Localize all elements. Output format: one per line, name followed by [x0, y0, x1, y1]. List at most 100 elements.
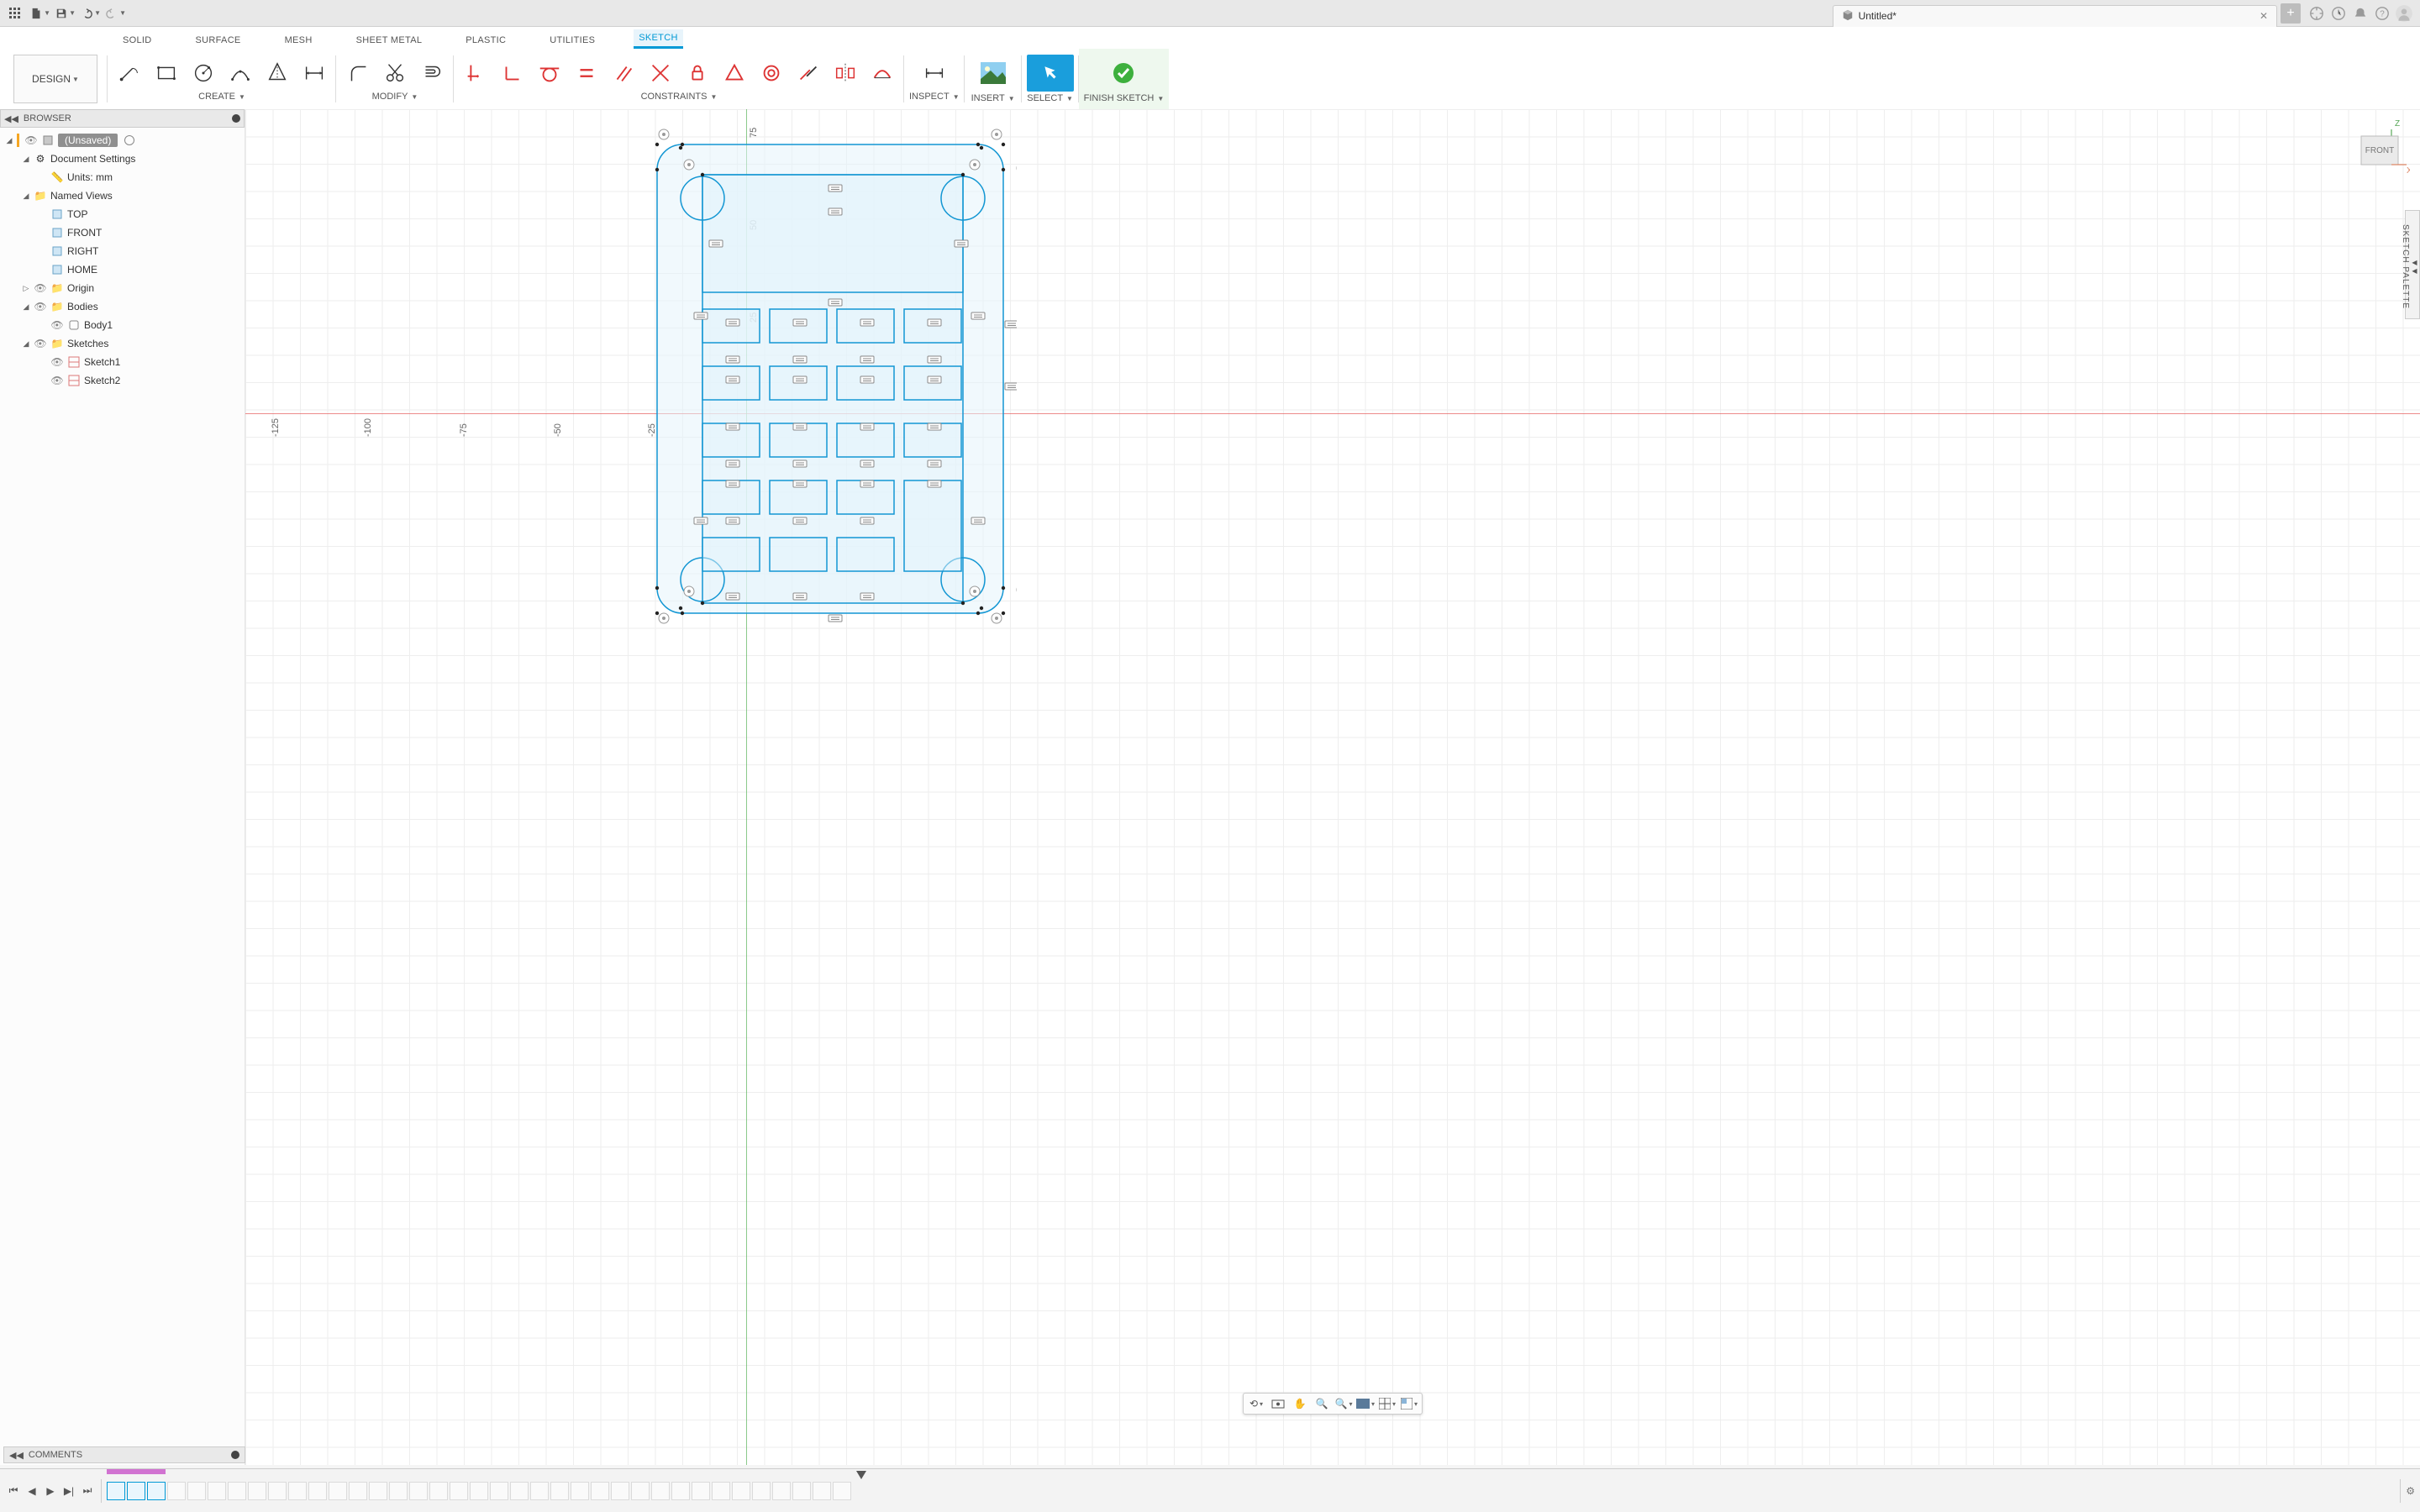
- tree-sketch1[interactable]: 👁Sketch1: [2, 353, 243, 371]
- timeline-feature[interactable]: [611, 1482, 629, 1500]
- tree-root[interactable]: ◢👁(Unsaved): [2, 131, 243, 150]
- timeline-feature[interactable]: [692, 1482, 710, 1500]
- offset-tool[interactable]: [415, 56, 449, 90]
- timeline-feature[interactable]: [429, 1482, 448, 1500]
- timeline-settings-icon[interactable]: ⚙: [2406, 1485, 2415, 1497]
- spline-tool[interactable]: [260, 56, 294, 90]
- timeline-feature[interactable]: [490, 1482, 508, 1500]
- look-at-icon[interactable]: [1269, 1395, 1287, 1412]
- extensions-icon[interactable]: [2306, 3, 2328, 24]
- collinear-constraint[interactable]: [792, 56, 825, 90]
- tree-body1[interactable]: 👁Body1: [2, 316, 243, 334]
- timeline-feature[interactable]: [732, 1482, 750, 1500]
- tab-plastic[interactable]: PLASTIC: [460, 32, 511, 49]
- tab-sketch[interactable]: SKETCH: [634, 29, 682, 49]
- undo-icon[interactable]: ▼: [81, 3, 101, 24]
- timeline-feature[interactable]: [147, 1482, 166, 1500]
- display-settings-icon[interactable]: ▾: [1356, 1395, 1375, 1412]
- timeline-track[interactable]: [107, 1469, 2395, 1512]
- sketch-geometry[interactable]: [644, 114, 1017, 638]
- timeline-feature[interactable]: [833, 1482, 851, 1500]
- workspace-switcher[interactable]: DESIGN▼: [13, 55, 97, 103]
- timeline-feature[interactable]: [792, 1482, 811, 1500]
- grid-settings-icon[interactable]: ▾: [1378, 1395, 1397, 1412]
- comments-options-icon[interactable]: [231, 1451, 239, 1459]
- equal-constraint[interactable]: [570, 56, 603, 90]
- zoom-icon[interactable]: 🔍: [1313, 1395, 1331, 1412]
- comments-panel-header[interactable]: ◀◀ COMMENTS: [3, 1446, 245, 1463]
- timeline-feature[interactable]: [268, 1482, 287, 1500]
- viewport-layout-icon[interactable]: ▾: [1400, 1395, 1418, 1412]
- circle-tool[interactable]: [187, 56, 220, 90]
- horizontal-constraint[interactable]: [459, 56, 492, 90]
- apps-icon[interactable]: [5, 3, 25, 24]
- tab-solid[interactable]: SOLID: [118, 32, 157, 49]
- tree-view-right[interactable]: RIGHT: [2, 242, 243, 260]
- curvature-constraint[interactable]: [865, 56, 899, 90]
- parallel-constraint[interactable]: [607, 56, 640, 90]
- zoom-window-icon[interactable]: 🔍▾: [1334, 1395, 1353, 1412]
- timeline-feature[interactable]: [127, 1482, 145, 1500]
- timeline-playhead[interactable]: [856, 1471, 866, 1479]
- new-tab-button[interactable]: +: [2281, 3, 2301, 24]
- fix-constraint[interactable]: [681, 56, 714, 90]
- timeline-feature[interactable]: [248, 1482, 266, 1500]
- timeline-feature[interactable]: [288, 1482, 307, 1500]
- timeline-feature[interactable]: [308, 1482, 327, 1500]
- coincident-constraint[interactable]: [644, 56, 677, 90]
- tree-origin[interactable]: ▷👁📁Origin: [2, 279, 243, 297]
- timeline-feature[interactable]: [349, 1482, 367, 1500]
- tree-sketch2[interactable]: 👁Sketch2: [2, 371, 243, 390]
- document-tab[interactable]: Untitled* ✕: [1833, 5, 2277, 27]
- timeline-feature[interactable]: [591, 1482, 609, 1500]
- tree-view-front[interactable]: FRONT: [2, 223, 243, 242]
- timeline-feature[interactable]: [571, 1482, 589, 1500]
- sketch-palette-tab[interactable]: ◀◀ SKETCH PALETTE: [2405, 210, 2420, 319]
- timeline-feature[interactable]: [369, 1482, 387, 1500]
- browser-options-icon[interactable]: [232, 114, 240, 123]
- timeline-feature[interactable]: [450, 1482, 468, 1500]
- insert-image-tool[interactable]: [970, 55, 1017, 92]
- midpoint-constraint[interactable]: [718, 56, 751, 90]
- timeline-prev-icon[interactable]: ◀: [24, 1483, 40, 1499]
- timeline-feature[interactable]: [671, 1482, 690, 1500]
- concentric-constraint[interactable]: [755, 56, 788, 90]
- timeline-play-icon[interactable]: ▶: [42, 1483, 59, 1499]
- redo-icon[interactable]: ▼: [106, 3, 126, 24]
- timeline-feature[interactable]: [329, 1482, 347, 1500]
- timeline-feature[interactable]: [813, 1482, 831, 1500]
- browser-header[interactable]: ◀◀ BROWSER: [0, 109, 245, 128]
- timeline-feature[interactable]: [772, 1482, 791, 1500]
- timeline-feature[interactable]: [651, 1482, 670, 1500]
- tab-sheetmetal[interactable]: SHEET METAL: [351, 32, 428, 49]
- orbit-icon[interactable]: ⟲▾: [1247, 1395, 1265, 1412]
- tangent-constraint[interactable]: [533, 56, 566, 90]
- rectangle-tool[interactable]: [150, 56, 183, 90]
- measure-tool[interactable]: [918, 56, 951, 90]
- viewcube[interactable]: Z FRONT X: [2344, 114, 2410, 180]
- timeline-end-icon[interactable]: ⏭: [79, 1483, 96, 1499]
- tree-units[interactable]: 📏Units: mm: [2, 168, 243, 186]
- timeline-feature[interactable]: [712, 1482, 730, 1500]
- timeline-feature[interactable]: [550, 1482, 569, 1500]
- finish-sketch-button[interactable]: [1100, 55, 1147, 92]
- trim-tool[interactable]: [378, 56, 412, 90]
- tab-mesh[interactable]: MESH: [280, 32, 318, 49]
- job-status-icon[interactable]: [2328, 3, 2349, 24]
- tree-bodies[interactable]: ◢👁📁Bodies: [2, 297, 243, 316]
- timeline-feature[interactable]: [208, 1482, 226, 1500]
- timeline-feature[interactable]: [530, 1482, 549, 1500]
- fillet-tool[interactable]: [341, 56, 375, 90]
- timeline-feature[interactable]: [389, 1482, 408, 1500]
- tab-utilities[interactable]: UTILITIES: [544, 32, 600, 49]
- timeline-feature[interactable]: [631, 1482, 650, 1500]
- line-tool[interactable]: [113, 56, 146, 90]
- perpendicular-constraint[interactable]: [496, 56, 529, 90]
- file-menu-icon[interactable]: ▼: [30, 3, 50, 24]
- tree-named-views[interactable]: ◢📁Named Views: [2, 186, 243, 205]
- close-tab-icon[interactable]: ✕: [2260, 10, 2268, 22]
- tree-view-top[interactable]: TOP: [2, 205, 243, 223]
- timeline-feature[interactable]: [510, 1482, 529, 1500]
- select-tool[interactable]: [1027, 55, 1074, 92]
- collapse-icon[interactable]: ◀◀: [9, 1450, 24, 1461]
